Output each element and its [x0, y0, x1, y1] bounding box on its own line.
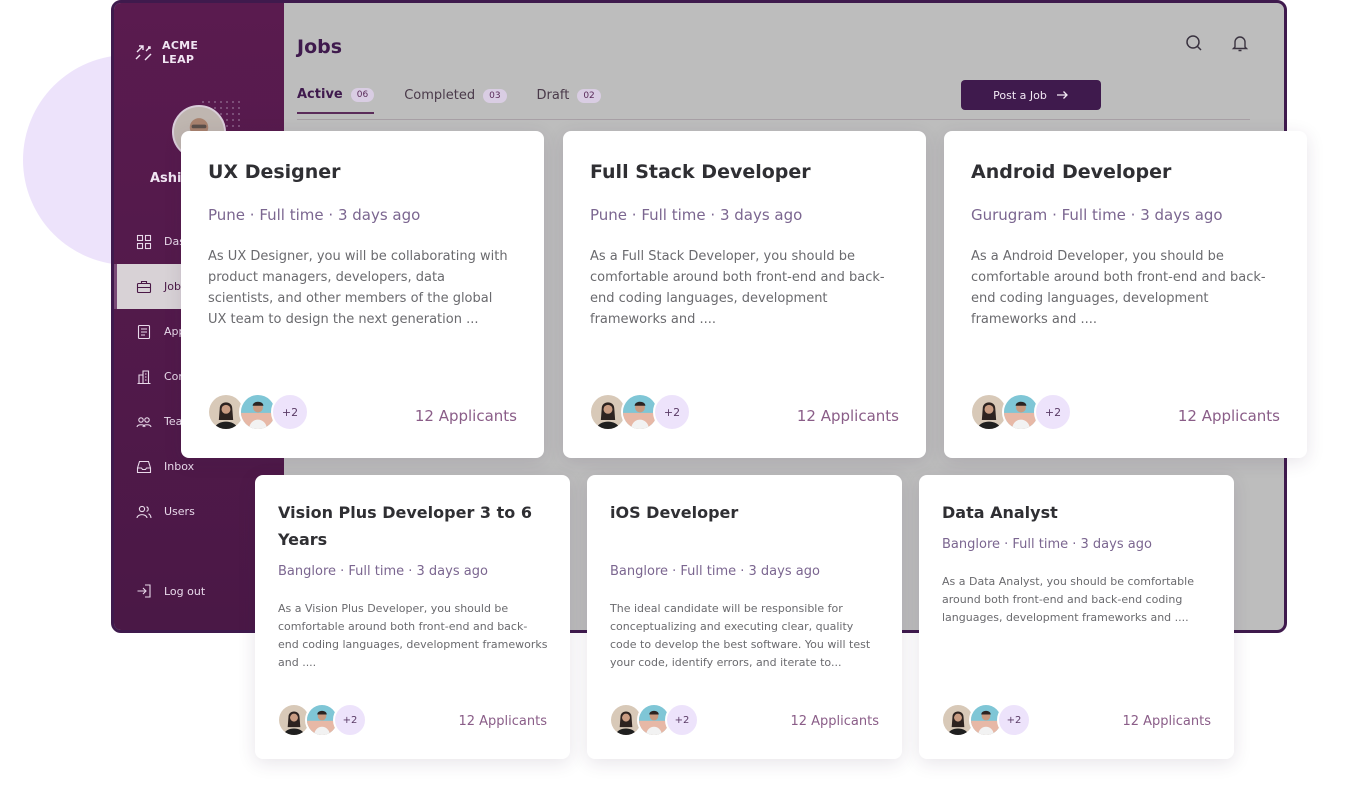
- more-applicants-badge: +2: [665, 703, 699, 737]
- logo[interactable]: ACME LEAP: [134, 39, 198, 67]
- applicant-avatars: +2: [970, 393, 1072, 431]
- applicants-count[interactable]: 12 Applicants: [790, 714, 879, 729]
- job-description: As a Vision Plus Developer, you should b…: [278, 602, 548, 669]
- job-card-data-analyst[interactable]: Data Analyst Banglore · Full time · 3 da…: [919, 475, 1234, 759]
- job-meta: Banglore · Full time · 3 days ago: [942, 537, 1152, 552]
- briefcase-icon: [136, 279, 152, 295]
- applicant-avatars: +2: [589, 393, 691, 431]
- job-title: Android Developer: [971, 161, 1172, 183]
- tab-label: Completed: [404, 88, 476, 103]
- search-icon[interactable]: [1184, 33, 1204, 53]
- job-meta: Banglore · Full time · 3 days ago: [278, 564, 488, 579]
- job-title: Full Stack Developer: [590, 161, 811, 183]
- tab-count-badge: 03: [483, 88, 507, 103]
- logo-icon: [134, 43, 154, 63]
- tab-label: Active: [297, 87, 343, 102]
- applicant-avatars: +2: [277, 703, 367, 737]
- job-card-ux-designer[interactable]: UX Designer Pune · Full time · 3 days ag…: [181, 131, 544, 458]
- tab-completed[interactable]: Completed 03: [404, 87, 507, 114]
- page-title: Jobs: [297, 36, 343, 58]
- job-title: Data Analyst: [942, 503, 1058, 522]
- job-card-android-developer[interactable]: Android Developer Gurugram · Full time ·…: [944, 131, 1307, 458]
- job-card-ios-developer[interactable]: iOS Developer Banglore · Full time · 3 d…: [587, 475, 902, 759]
- dashboard-icon: [136, 234, 152, 250]
- building-icon: [136, 369, 152, 385]
- sidebar-item-label: Inbox: [164, 460, 195, 473]
- logout-label: Log out: [164, 584, 206, 598]
- job-title: Vision Plus Developer 3 to 6 Years: [278, 503, 532, 549]
- more-applicants-badge: +2: [271, 393, 309, 431]
- tab-draft[interactable]: Draft 02: [537, 87, 601, 114]
- job-description: The ideal candidate will be responsible …: [610, 602, 871, 669]
- job-tabs: Active 06 Completed 03 Draft 02: [297, 87, 601, 114]
- bell-icon[interactable]: [1230, 33, 1250, 53]
- job-description: As a Android Developer, you should be co…: [971, 249, 1266, 327]
- logout-button[interactable]: Log out: [136, 583, 205, 599]
- more-applicants-badge: +2: [333, 703, 367, 737]
- tabs-divider: [297, 119, 1250, 120]
- job-meta: Banglore · Full time · 3 days ago: [610, 564, 820, 579]
- tab-active[interactable]: Active 06: [297, 87, 375, 114]
- job-card-full-stack-developer[interactable]: Full Stack Developer Pune · Full time · …: [563, 131, 926, 458]
- tab-count-badge: 02: [577, 88, 601, 103]
- job-card-vision-plus-developer[interactable]: Vision Plus Developer 3 to 6 Years Bangl…: [255, 475, 570, 759]
- stage: ACME LEAP Ashis Das Job App Cor Tea Inbo…: [0, 0, 1354, 804]
- applicants-count[interactable]: 12 Applicants: [797, 407, 899, 425]
- job-description: As a Full Stack Developer, you should be…: [590, 249, 885, 327]
- applicant-avatars: +2: [941, 703, 1031, 737]
- applicants-count[interactable]: 12 Applicants: [1122, 714, 1211, 729]
- users-icon: [136, 504, 152, 520]
- logo-line-1: ACME: [162, 39, 199, 52]
- applicants-count[interactable]: 12 Applicants: [415, 407, 517, 425]
- sidebar-item-label: Users: [164, 505, 195, 518]
- job-title: iOS Developer: [610, 503, 739, 522]
- team-icon: [136, 414, 152, 430]
- more-applicants-badge: +2: [1034, 393, 1072, 431]
- post-job-label: Post a Job: [993, 88, 1047, 102]
- job-description: As UX Designer, you will be collaboratin…: [208, 249, 508, 327]
- arrow-right-icon: [1055, 88, 1069, 102]
- sidebar-item-label: Job: [164, 280, 181, 293]
- job-meta: Pune · Full time · 3 days ago: [590, 206, 803, 224]
- more-applicants-badge: +2: [653, 393, 691, 431]
- applicants-count[interactable]: 12 Applicants: [1178, 407, 1280, 425]
- more-applicants-badge: +2: [997, 703, 1031, 737]
- job-title: UX Designer: [208, 161, 341, 183]
- logo-text: ACME LEAP: [162, 39, 198, 67]
- sidebar-item-label: Tea: [164, 415, 183, 428]
- applicant-avatars: +2: [207, 393, 309, 431]
- document-icon: [136, 324, 152, 340]
- post-job-button[interactable]: Post a Job: [961, 80, 1101, 110]
- applicant-avatars: +2: [609, 703, 699, 737]
- inbox-icon: [136, 459, 152, 475]
- applicants-count[interactable]: 12 Applicants: [458, 714, 547, 729]
- tab-label: Draft: [536, 88, 570, 103]
- tab-count-badge: 06: [350, 87, 375, 102]
- job-description: As a Data Analyst, you should be comfort…: [942, 575, 1194, 624]
- job-meta: Gurugram · Full time · 3 days ago: [971, 206, 1223, 224]
- logout-icon: [136, 583, 152, 599]
- job-meta: Pune · Full time · 3 days ago: [208, 206, 421, 224]
- logo-line-2: LEAP: [162, 53, 195, 66]
